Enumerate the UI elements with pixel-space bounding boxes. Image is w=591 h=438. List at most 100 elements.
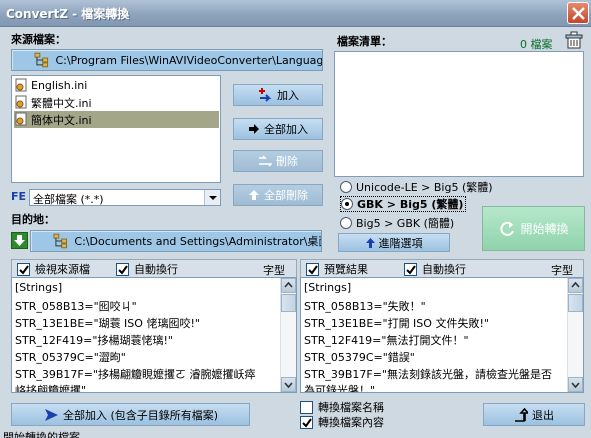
exit-arrow-icon xyxy=(515,407,528,422)
browse-destination-button[interactable] xyxy=(11,232,28,249)
scroll-up-icon[interactable] xyxy=(568,278,583,293)
preview-result-checkbox[interactable]: 預覽結果 xyxy=(306,262,368,276)
exit-button-label: 退出 xyxy=(532,408,554,422)
source-line: STR_058B13="囮咬ㄐ" xyxy=(15,300,137,313)
file-filter-select[interactable]: 全部檔案 (*.*) xyxy=(29,189,221,206)
advanced-options-label: 進階選項 xyxy=(378,236,423,250)
status-text: 開始轉換的檔案 xyxy=(3,431,80,438)
scroll-down-icon[interactable] xyxy=(568,377,583,392)
target-file-list[interactable] xyxy=(334,51,584,177)
view-source-label: 檢視來源檔 xyxy=(35,263,90,276)
arrow-right-icon xyxy=(249,124,259,134)
source-line: STR_13E1BE="瑚蓑 ISO 恅璃囮咬!" xyxy=(15,317,200,330)
preview-line: STR_13E1BE="打開 ISO 文件失敗!" xyxy=(304,317,489,330)
destination-path-bar[interactable]: C:\Documents and Settings\Administrator\… xyxy=(30,230,322,252)
remove-all-button[interactable]: 全部刪除 xyxy=(233,184,323,206)
add-all-subdirs-label: 全部加入 (包含子目錄所有檔案) xyxy=(62,408,219,422)
preview-scrollbar[interactable] xyxy=(567,278,583,392)
preview-text-view[interactable]: [Strings] STR_058B13="失敗！" STR_13E1BE="打… xyxy=(300,277,584,393)
radio-label: Unicode-LE > Big5 (繁體) xyxy=(356,181,493,194)
source-line: STR_39B17F="拸楊翩觼睍嬤攫ㄛ 濬腕嬤攫岆瘁 xyxy=(15,368,256,381)
preview-wrap-checkbox[interactable]: 自動換行 xyxy=(404,262,466,276)
remove-icon xyxy=(259,155,272,167)
destination-label: 目的地： xyxy=(11,213,55,226)
list-item[interactable]: 繁體中文.ini xyxy=(14,94,92,111)
close-button[interactable] xyxy=(567,2,589,24)
list-item-selected[interactable]: 簡体中文.ini xyxy=(14,111,219,128)
file-count: 0 檔案 xyxy=(520,38,553,51)
add-button[interactable]: 加入 xyxy=(233,84,323,106)
convert-contents-checkbox[interactable]: 轉換檔案內容 xyxy=(300,415,384,429)
source-wrap-label: 自動換行 xyxy=(134,263,178,276)
preview-line: STR_39B17F="無法刻錄該光盤，請檢查光盤是否 xyxy=(304,368,552,381)
source-wrap-checkbox[interactable]: 自動換行 xyxy=(116,262,178,276)
advanced-options-button[interactable]: 進階選項 xyxy=(338,233,450,252)
arrow-up-icon xyxy=(365,237,375,248)
source-line: 峈拸翩觼嬤攫" xyxy=(15,384,87,393)
source-font-button[interactable]: 字型 xyxy=(263,262,285,278)
radio-big5-gbk[interactable]: Big5 > GBK (簡體) xyxy=(340,215,454,231)
file-name: 繁體中文.ini xyxy=(31,96,92,110)
file-name: 簡体中文.ini xyxy=(31,113,92,127)
preview-line: STR_058B13="失敗！" xyxy=(304,300,426,313)
add-button-label: 加入 xyxy=(277,89,299,102)
ini-file-icon xyxy=(15,95,27,109)
preview-header: 預覽結果 自動換行 字型 xyxy=(300,259,584,278)
add-all-subdirs-button[interactable]: 全部加入 (包含子目錄所有檔案) xyxy=(11,403,250,426)
close-icon xyxy=(572,7,585,20)
radio-unicode-big5[interactable]: Unicode-LE > Big5 (繁體) xyxy=(340,179,493,195)
arrow-up-icon xyxy=(249,190,259,200)
view-source-checkbox[interactable]: 檢視來源檔 xyxy=(17,262,90,276)
filter-prefix: FE xyxy=(11,190,27,203)
source-line: STR_05379C="澀昫" xyxy=(15,351,126,364)
source-label: 來源檔案： xyxy=(11,33,66,46)
remove-button-label: 刪除 xyxy=(276,155,298,168)
file-list-label: 檔案清單： xyxy=(337,35,392,48)
scroll-up-icon[interactable] xyxy=(281,278,296,293)
preview-line: STR_12F419="無法打開文件！" xyxy=(304,334,469,347)
add-icon xyxy=(259,88,272,102)
preview-line: STR_05379C="錯誤" xyxy=(304,351,415,364)
radio-label: GBK > Big5 (繁體) xyxy=(357,198,464,211)
scroll-down-icon[interactable] xyxy=(281,377,296,392)
exit-button[interactable]: 退出 xyxy=(483,403,585,426)
folder-tree-icon xyxy=(34,52,49,68)
title-bar: ConvertZ - 檔案轉換 xyxy=(0,0,591,27)
window-title: ConvertZ - 檔案轉換 xyxy=(6,7,130,21)
remove-button[interactable]: 刪除 xyxy=(233,150,323,172)
remove-all-button-label: 全部刪除 xyxy=(264,189,308,202)
scroll-thumb[interactable] xyxy=(568,294,583,312)
add-all-button-label: 全部加入 xyxy=(264,123,308,136)
convert-names-checkbox[interactable]: 轉換檔案名稱 xyxy=(300,400,384,414)
convertz-window: ConvertZ - 檔案轉換 來源檔案： C:\Program Files\W… xyxy=(0,0,591,438)
radio-gbk-big5[interactable]: GBK > Big5 (繁體) xyxy=(340,196,467,212)
folder-tree-icon xyxy=(53,233,68,249)
source-line: [Strings] xyxy=(15,281,63,294)
source-text-view[interactable]: [Strings] STR_058B13="囮咬ㄐ" STR_13E1BE="瑚… xyxy=(11,277,297,393)
preview-result-label: 預覽結果 xyxy=(324,263,368,276)
refresh-icon xyxy=(500,221,515,236)
clear-list-icon[interactable] xyxy=(565,31,583,49)
source-file-list[interactable]: English.ini 繁體中文.ini 簡体中文.ini xyxy=(11,75,221,183)
source-line: STR_12F419="拸楊瑚蓑恅璃!" xyxy=(15,334,173,347)
start-conversion-label: 開始轉換 xyxy=(520,222,569,236)
file-name: English.ini xyxy=(31,79,88,92)
source-view-header: 檢視來源檔 自動換行 字型 xyxy=(11,259,297,278)
arrow-down-icon xyxy=(14,235,25,246)
preview-line: [Strings] xyxy=(304,281,352,294)
scroll-thumb[interactable] xyxy=(281,294,296,312)
source-scrollbar[interactable] xyxy=(280,278,296,392)
convert-contents-label: 轉換檔案內容 xyxy=(318,416,384,429)
add-all-button[interactable]: 全部加入 xyxy=(233,118,323,140)
source-path-text: C:\Program Files\WinAVIVideoConverter\La… xyxy=(55,53,322,67)
status-bar: 開始轉換的檔案 xyxy=(0,430,591,438)
chevron-down-icon xyxy=(204,190,220,205)
start-conversion-button[interactable]: 開始轉換 xyxy=(482,206,585,251)
ini-file-icon xyxy=(15,112,27,126)
preview-font-button[interactable]: 字型 xyxy=(551,262,573,278)
list-item[interactable]: English.ini xyxy=(14,77,87,94)
preview-line: 為可錄光盤！" xyxy=(304,384,376,393)
destination-path-text: C:\Documents and Settings\Administrator\… xyxy=(74,235,321,248)
source-path-bar[interactable]: C:\Program Files\WinAVIVideoConverter\La… xyxy=(11,49,323,71)
file-filter-value: 全部檔案 (*.*) xyxy=(33,193,104,206)
